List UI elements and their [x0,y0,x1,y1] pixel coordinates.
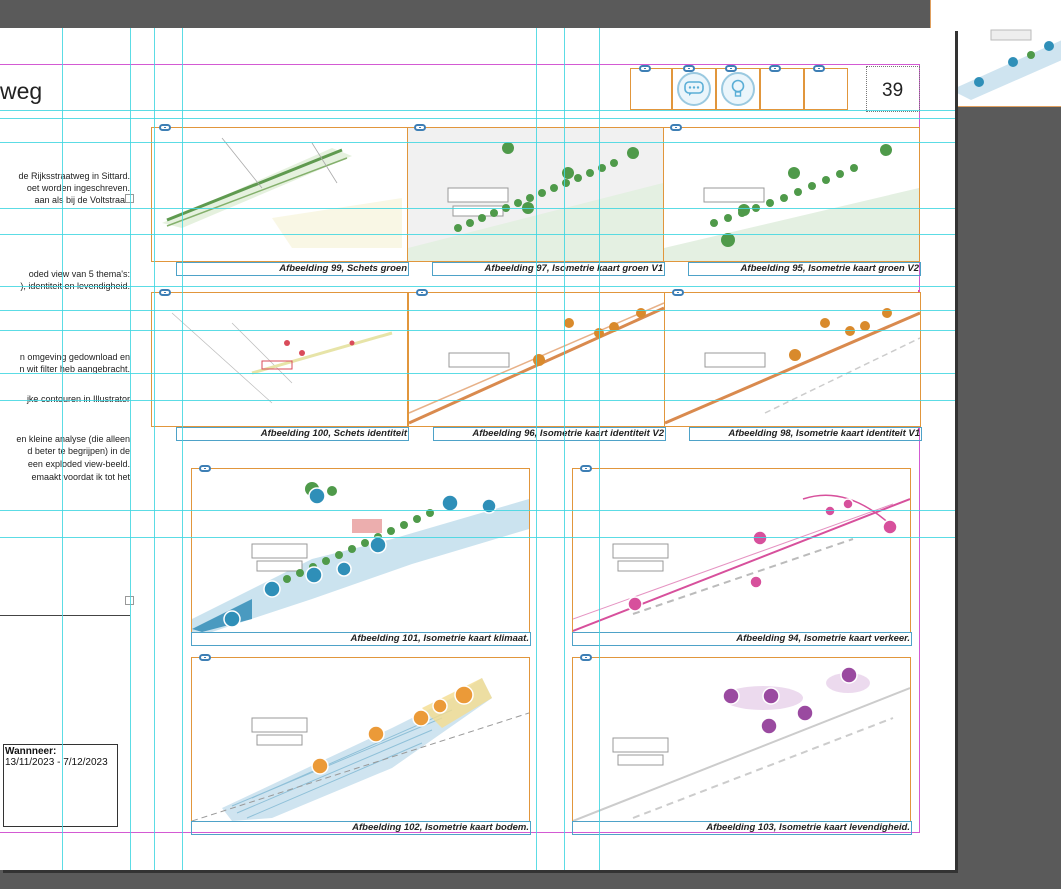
image-frame-levendigheid[interactable] [572,657,911,822]
ruler-guide-vertical[interactable] [130,28,131,870]
image-frame-klimaat[interactable] [191,468,530,633]
image-frame-identiteit-v1[interactable] [664,292,921,427]
ruler-guide-vertical[interactable] [62,28,63,870]
image-frame-bodem[interactable] [191,657,530,822]
ruler-guide-horizontal[interactable] [0,234,955,235]
image-frame-groen-v2[interactable] [663,127,920,262]
caption-afbeelding-96[interactable]: Afbeelding 96, Isometrie kaart identitei… [433,427,666,441]
text-frame-border [0,615,130,616]
body-text-line[interactable]: aan als bij de Voltstraat. [0,194,130,206]
lightbulb-icon [721,72,755,106]
link-icon[interactable] [769,65,781,72]
ruler-guide-vertical[interactable] [154,28,155,870]
speech-bubble-icon [677,72,711,106]
ruler-guide-horizontal[interactable] [0,373,955,374]
date-value: 13/11/2023 - 7/12/2023 [5,757,108,768]
link-icon[interactable] [683,65,695,72]
caption-afbeelding-103[interactable]: Afbeelding 103, Isometrie kaart levendig… [572,821,912,835]
link-icon[interactable] [199,654,211,661]
image-frame-schets-identiteit[interactable] [151,292,408,427]
ruler-guide-horizontal[interactable] [0,310,955,311]
theme-icon-box-3[interactable] [716,68,760,110]
link-icon[interactable] [639,65,651,72]
caption-afbeelding-98[interactable]: Afbeelding 98, Isometrie kaart identitei… [689,427,922,441]
theme-icon-box-1[interactable] [630,68,672,110]
ruler-guide-horizontal[interactable] [0,118,955,119]
body-text-line[interactable]: een exploded view-beeld. [0,458,130,470]
date-box[interactable]: Wannneer: 13/11/2023 - 7/12/2023 [3,744,118,827]
body-text-line[interactable]: en kleine analyse (die alleen [0,433,130,445]
ruler-guide-vertical[interactable] [536,28,537,870]
link-icon[interactable] [725,65,737,72]
body-text-line[interactable]: oded view van 5 thema's: [0,268,130,280]
caption-afbeelding-102[interactable]: Afbeelding 102, Isometrie kaart bodem. [191,821,531,835]
ruler-guide-horizontal[interactable] [0,400,955,401]
link-icon[interactable] [414,124,426,131]
ruler-guide-horizontal[interactable] [0,142,955,143]
link-icon[interactable] [670,124,682,131]
caption-afbeelding-95[interactable]: Afbeelding 95, Isometrie kaart groen V2 [688,262,921,276]
link-icon[interactable] [672,289,684,296]
ruler-guide-horizontal[interactable] [0,330,955,331]
margin-guide-top [0,64,920,65]
page-heading[interactable]: weg [0,78,42,105]
ruler-guide-horizontal[interactable] [0,510,955,511]
date-label: Wannneer: [5,746,57,757]
link-icon[interactable] [580,465,592,472]
ruler-guide-vertical[interactable] [564,28,565,870]
theme-icon-box-5[interactable] [804,68,848,110]
image-frame-verkeer[interactable] [572,468,911,633]
page-number-frame [866,66,920,112]
ruler-guide-vertical[interactable] [599,28,600,870]
caption-afbeelding-99[interactable]: Afbeelding 99, Schets groen [176,262,409,276]
body-text-line[interactable]: d beter te begrijpen) in de [0,445,130,457]
image-frame-schets-groen[interactable] [151,127,408,262]
theme-icon-box-2[interactable] [672,68,716,110]
caption-afbeelding-100[interactable]: Afbeelding 100, Schets identiteit [176,427,409,441]
ruler-guide-horizontal[interactable] [0,110,955,111]
ruler-guide-vertical[interactable] [182,28,183,870]
body-text-line[interactable]: emaakt voordat ik tot het [0,471,130,483]
theme-icon-box-4[interactable] [760,68,804,110]
link-icon[interactable] [199,465,211,472]
body-text-line[interactable]: oet worden ingeschreven. [0,182,130,194]
caption-afbeelding-94[interactable]: Afbeelding 94, Isometrie kaart verkeer. [572,632,912,646]
caption-afbeelding-97[interactable]: Afbeelding 97, Isometrie kaart groen V1 [432,262,665,276]
body-text-line[interactable]: n omgeving gedownload en [0,351,130,363]
link-icon[interactable] [813,65,825,72]
body-text-line[interactable]: de Rijksstraatweg in Sittard. [0,170,130,182]
link-icon[interactable] [159,289,171,296]
link-icon[interactable] [416,289,428,296]
ruler-guide-horizontal[interactable] [0,286,955,287]
body-text-line[interactable]: jke contouren in Illustrator [0,393,130,405]
caption-afbeelding-101[interactable]: Afbeelding 101, Isometrie kaart klimaat. [191,632,531,646]
ruler-guide-horizontal[interactable] [0,537,955,538]
ruler-guide-horizontal[interactable] [0,208,955,209]
link-icon[interactable] [159,124,171,131]
link-icon[interactable] [580,654,592,661]
